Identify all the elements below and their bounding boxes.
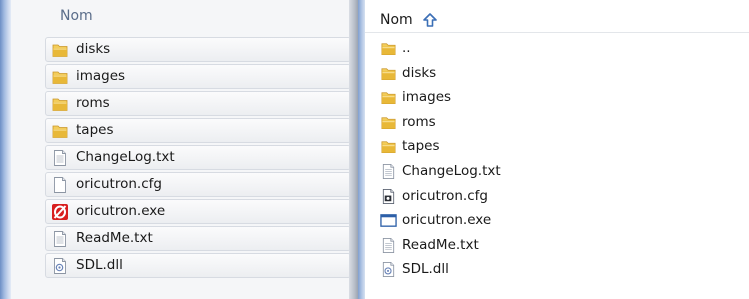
- folder-icon: [380, 40, 397, 57]
- left-file-list: disks images roms tapes ChangeLog.txt or…: [45, 37, 351, 280]
- right-file-list: .. disks images roms tapes ChangeLog.txt…: [380, 37, 680, 283]
- file-row-changelog[interactable]: ChangeLog.txt: [380, 160, 680, 185]
- left-file-pane: Nom disks images roms tapes ChangeLog.tx…: [0, 0, 356, 299]
- sort-ascending-icon: [422, 13, 437, 27]
- folder-icon: [51, 95, 69, 113]
- file-row-images[interactable]: images: [45, 64, 351, 89]
- file-row-images[interactable]: images: [380, 86, 680, 111]
- right-file-pane: Nom .. disks images roms tapes ChangeLog: [365, 0, 749, 299]
- pane-divider[interactable]: [358, 0, 365, 299]
- file-row-oricutron-cfg[interactable]: oricutron.cfg: [45, 172, 351, 197]
- window-app-icon: [380, 212, 397, 229]
- file-name: oricutron.exe: [402, 212, 492, 229]
- file-row-tapes[interactable]: tapes: [380, 135, 680, 160]
- file-row-roms[interactable]: roms: [380, 111, 680, 136]
- column-header-name-sorted[interactable]: Nom: [380, 11, 437, 29]
- file-row-tapes[interactable]: tapes: [45, 118, 351, 143]
- file-name: roms: [76, 95, 110, 111]
- folder-icon: [380, 114, 397, 131]
- file-name: disks: [402, 64, 437, 81]
- text-file-icon: [51, 149, 69, 167]
- file-name: tapes: [76, 122, 114, 138]
- column-header-label: Nom: [380, 12, 413, 28]
- file-row-readme[interactable]: ReadMe.txt: [45, 226, 351, 251]
- file-row-oricutron-cfg[interactable]: oricutron.cfg: [380, 185, 680, 210]
- file-name: ReadMe.txt: [402, 236, 479, 253]
- file-name: images: [402, 89, 452, 106]
- file-name: roms: [402, 113, 436, 130]
- left-pane-navigation-bar: [0, 0, 11, 299]
- folder-icon: [51, 122, 69, 140]
- file-row-sdl-dll[interactable]: SDL.dll: [45, 253, 351, 278]
- folder-icon: [380, 138, 397, 155]
- oricutron-app-icon: [51, 203, 69, 221]
- pane-divider-shadow: [349, 0, 358, 299]
- dll-file-icon: [51, 257, 69, 275]
- column-header-name[interactable]: Nom: [60, 8, 93, 24]
- file-name: images: [76, 68, 126, 84]
- file-row-parent-dir[interactable]: ..: [380, 37, 680, 62]
- file-row-disks[interactable]: disks: [45, 37, 351, 62]
- text-file-icon: [51, 230, 69, 248]
- file-name: disks: [76, 41, 111, 57]
- file-name: ..: [402, 40, 411, 56]
- file-row-changelog[interactable]: ChangeLog.txt: [45, 145, 351, 170]
- file-name: ChangeLog.txt: [76, 149, 175, 165]
- file-name: ChangeLog.txt: [402, 162, 501, 179]
- config-file-icon: [380, 188, 397, 205]
- folder-icon: [51, 68, 69, 86]
- folder-icon: [51, 41, 69, 59]
- folder-icon: [380, 89, 397, 106]
- file-row-oricutron-exe[interactable]: oricutron.exe: [45, 199, 351, 224]
- file-row-sdl-dll[interactable]: SDL.dll: [380, 258, 680, 283]
- dll-file-icon: [380, 261, 397, 278]
- file-name: tapes: [402, 138, 440, 155]
- file-row-roms[interactable]: roms: [45, 91, 351, 116]
- file-name: ReadMe.txt: [76, 230, 153, 246]
- file-name: oricutron.cfg: [76, 176, 162, 192]
- file-name: SDL.dll: [76, 257, 123, 273]
- file-name: SDL.dll: [402, 261, 449, 278]
- text-file-icon: [380, 163, 397, 180]
- blank-file-icon: [51, 176, 69, 194]
- file-row-readme[interactable]: ReadMe.txt: [380, 234, 680, 259]
- header-separator: [365, 32, 749, 33]
- file-row-oricutron-exe[interactable]: oricutron.exe: [380, 209, 680, 234]
- file-row-disks[interactable]: disks: [380, 62, 680, 87]
- file-name: oricutron.cfg: [402, 187, 488, 204]
- text-file-icon: [380, 237, 397, 254]
- folder-icon: [380, 65, 397, 82]
- file-name: oricutron.exe: [76, 203, 166, 219]
